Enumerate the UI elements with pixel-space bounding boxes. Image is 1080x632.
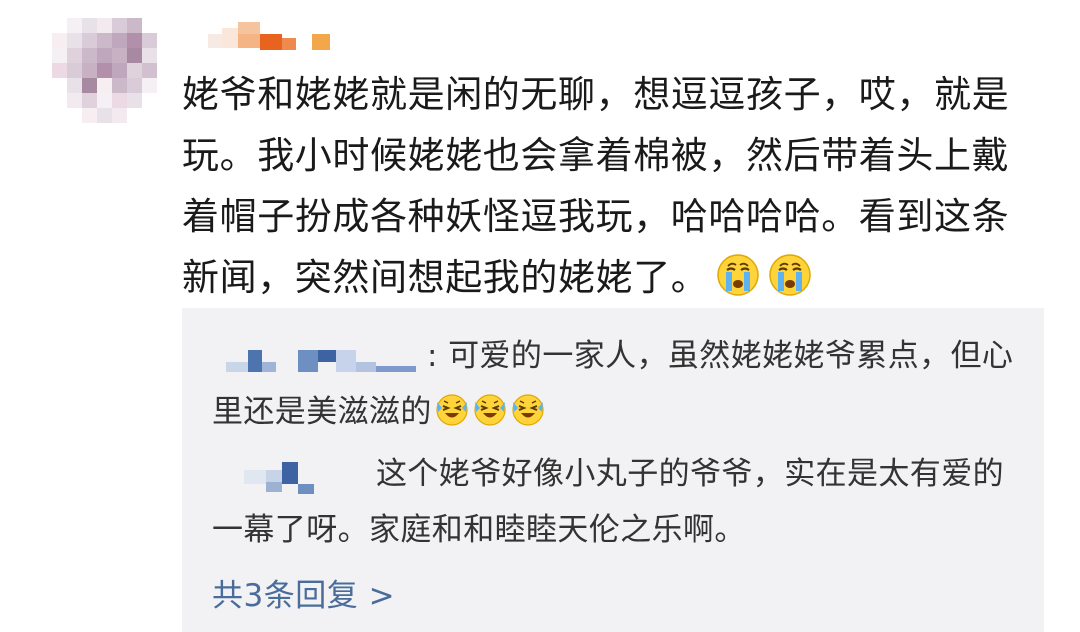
avatar-pixel — [67, 63, 82, 78]
reply-item: : 可爱的一家人，虽然姥姥姥爷累点，但心里还是美滋滋的 — [212, 328, 1022, 446]
avatar-pixel — [112, 108, 127, 123]
avatar-pixel — [82, 48, 97, 63]
avatar-pixel — [142, 108, 157, 123]
reply-author[interactable] — [244, 458, 362, 494]
avatar-pixel — [142, 63, 157, 78]
avatar-pixel — [112, 18, 127, 33]
avatar-pixel — [52, 33, 67, 48]
view-more-replies-link[interactable]: 共3条回复 > — [212, 570, 395, 615]
reply-item: 这个姥爷好像小丸子的爷爷，实在是太有爱的一幕了呀。家庭和和睦睦天伦之乐啊。 — [212, 446, 1022, 558]
laughing-tears-emoji-icon — [510, 390, 546, 446]
avatar-pixel — [97, 18, 112, 33]
avatar-pixel — [67, 108, 82, 123]
avatar-pixel — [142, 18, 157, 33]
avatar-pixel — [52, 108, 67, 123]
avatar-pixel — [112, 78, 127, 93]
avatar-pixel — [82, 108, 97, 123]
avatar-pixel — [67, 18, 82, 33]
reply-separator: : — [427, 338, 438, 374]
avatar-pixel — [52, 18, 67, 33]
avatar-pixel — [142, 48, 157, 63]
avatar-pixel — [127, 18, 142, 33]
avatar-pixel — [142, 93, 157, 108]
avatar-pixel — [142, 78, 157, 93]
avatar-pixel — [67, 93, 82, 108]
avatar-pixel — [127, 63, 142, 78]
avatar-pixel — [52, 63, 67, 78]
avatar-pixel — [97, 48, 112, 63]
avatar-pixel — [67, 48, 82, 63]
avatar-pixel — [127, 48, 142, 63]
avatar-pixel — [82, 33, 97, 48]
laughing-tears-emoji-icon — [472, 390, 508, 446]
crying-emoji-icon — [768, 253, 812, 315]
avatar-pixel — [82, 93, 97, 108]
avatar-pixel — [82, 63, 97, 78]
avatar-pixel — [67, 33, 82, 48]
avatar-pixel — [97, 108, 112, 123]
avatar-pixel — [112, 93, 127, 108]
avatar-pixel — [52, 78, 67, 93]
avatar-pixel — [127, 93, 142, 108]
avatar-pixel — [82, 18, 97, 33]
avatar-pixel — [112, 63, 127, 78]
avatar-pixel — [127, 78, 142, 93]
reply-section: : 可爱的一家人，虽然姥姥姥爷累点，但心里还是美滋滋的 这个姥爷好像小丸子的爷爷… — [182, 308, 1044, 632]
comment-body: 姥爷和姥姥就是闲的无聊，想逗逗孩子，哎，就是玩。我小时候姥姥也会拿着棉被，然后带… — [182, 73, 1010, 299]
avatar-pixel — [97, 63, 112, 78]
avatar-pixel — [112, 48, 127, 63]
avatar-pixel — [52, 48, 67, 63]
avatar-pixel — [67, 78, 82, 93]
avatar-pixel — [127, 33, 142, 48]
laughing-tears-emoji-icon — [434, 390, 470, 446]
avatar-pixel — [142, 33, 157, 48]
avatar-pixel — [97, 93, 112, 108]
avatar[interactable] — [52, 18, 157, 123]
avatar-pixel — [127, 108, 142, 123]
avatar-pixel — [97, 33, 112, 48]
comment-text: 姥爷和姥姥就是闲的无聊，想逗逗孩子，哎，就是玩。我小时候姥姥也会拿着棉被，然后带… — [182, 64, 1042, 315]
username[interactable] — [208, 22, 336, 52]
crying-emoji-icon — [716, 253, 760, 315]
avatar-pixel — [82, 78, 97, 93]
avatar-pixel — [97, 78, 112, 93]
avatar-pixel — [112, 33, 127, 48]
avatar-pixel — [52, 93, 67, 108]
reply-author[interactable] — [212, 340, 427, 376]
